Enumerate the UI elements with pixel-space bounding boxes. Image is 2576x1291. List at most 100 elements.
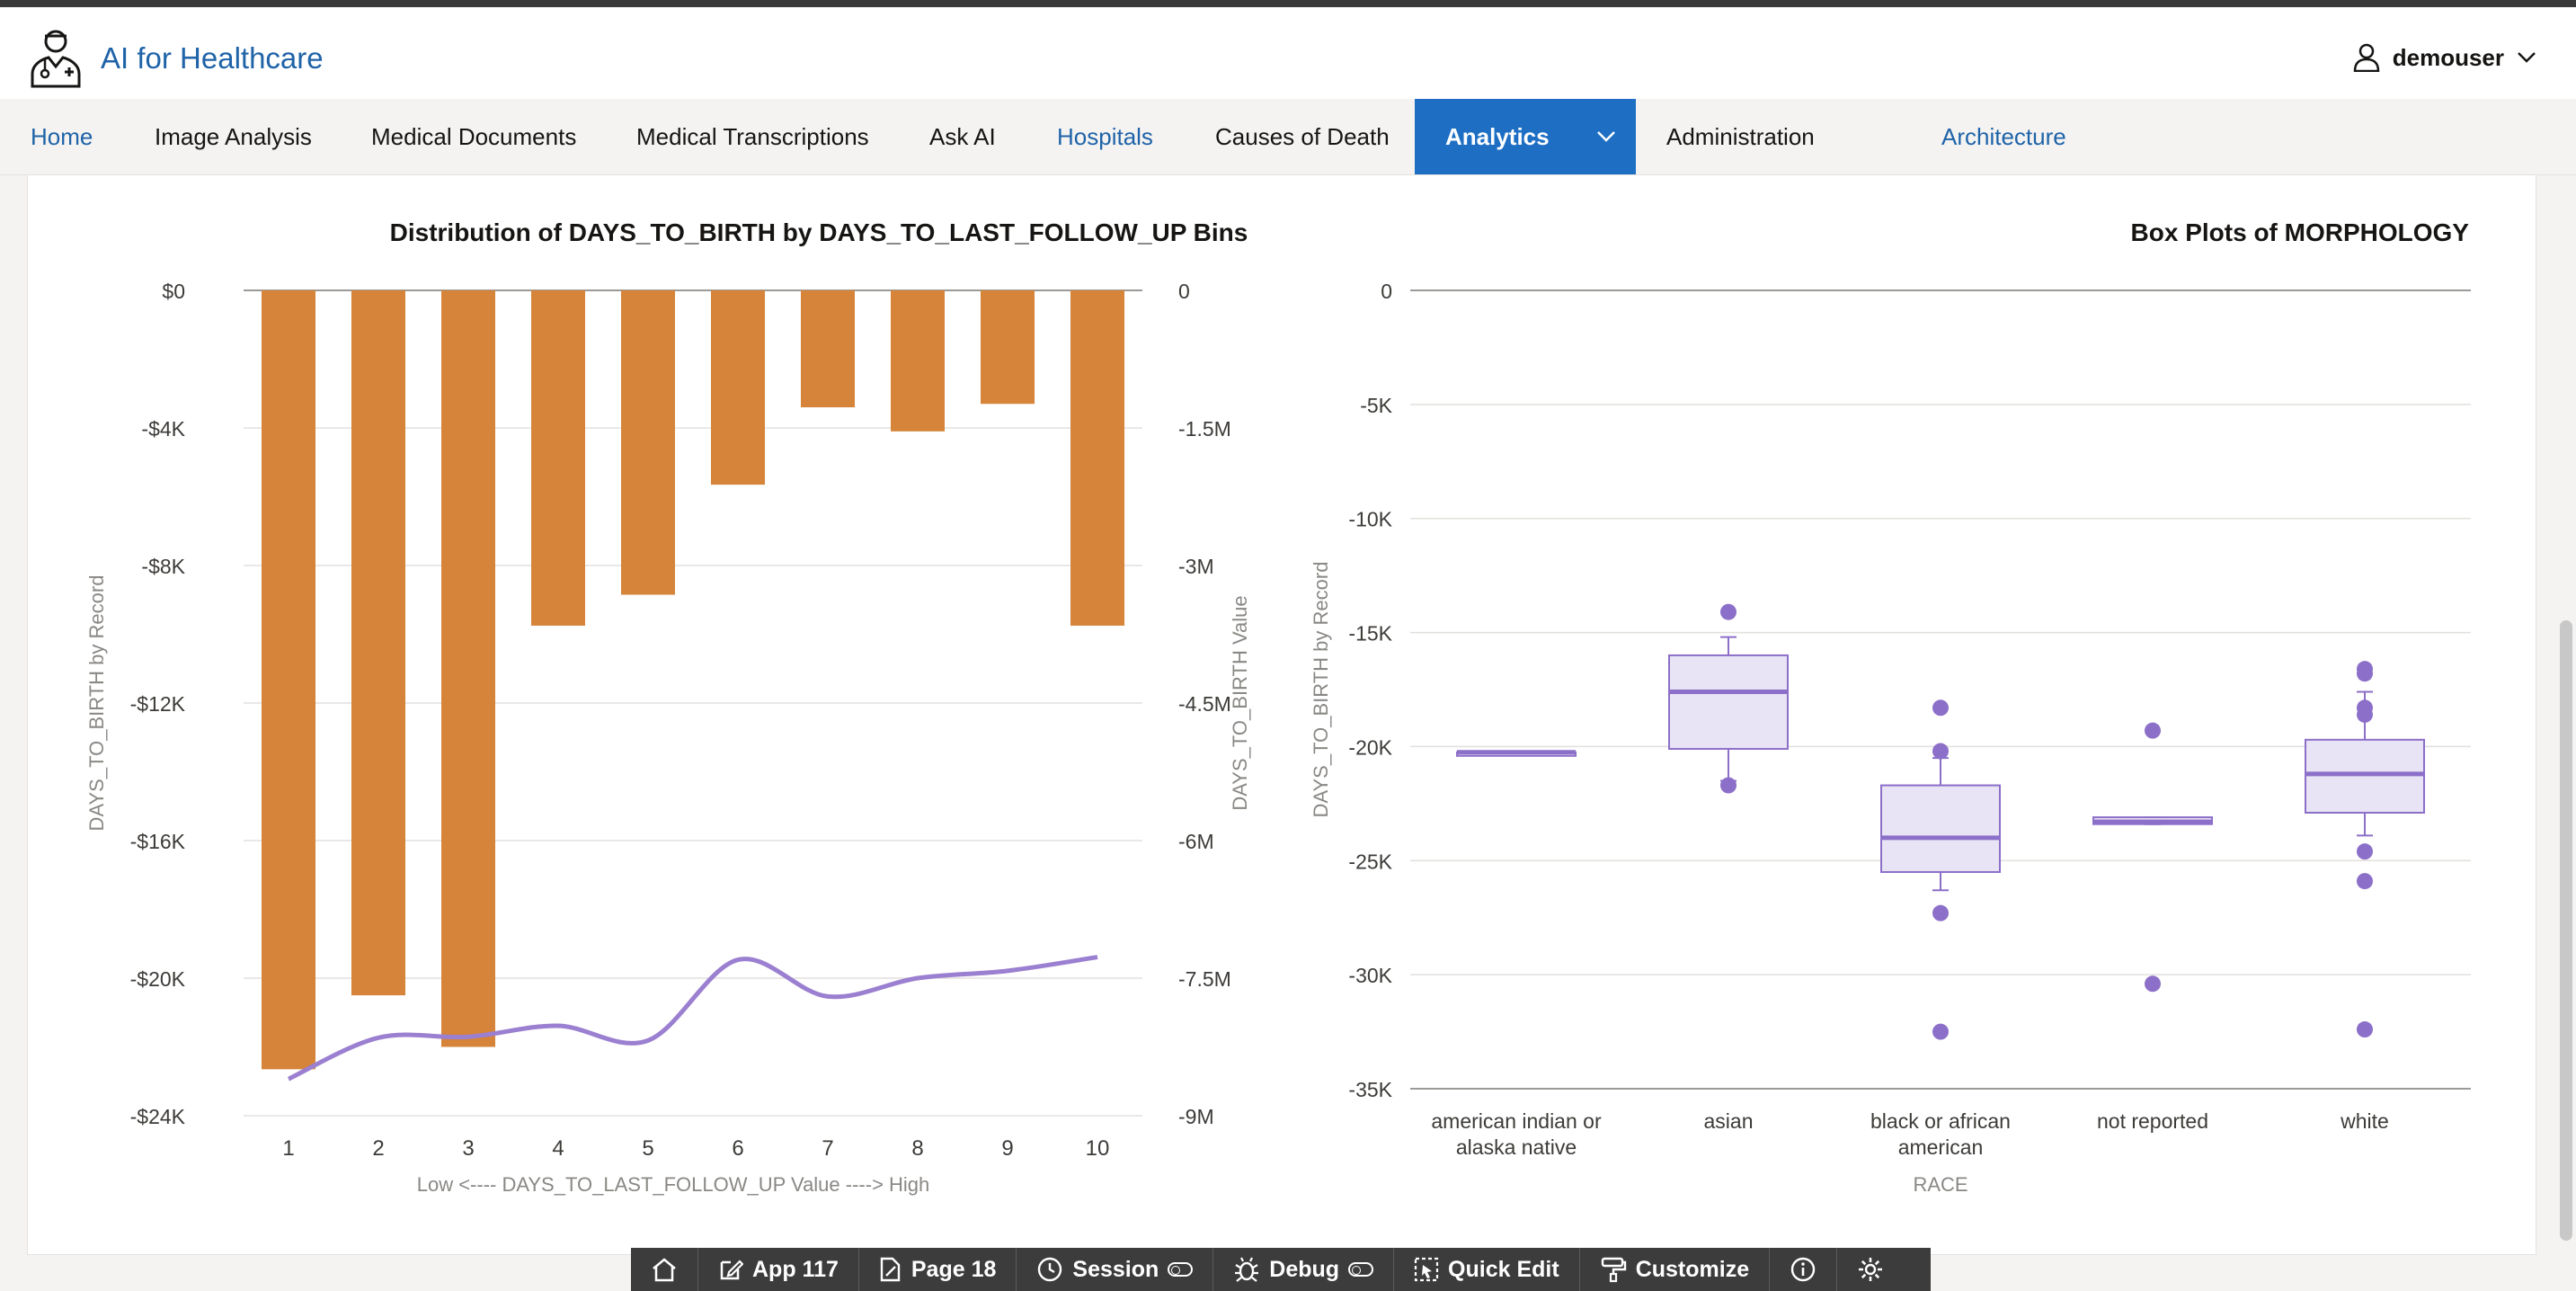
dev-settings-button[interactable]: [1837, 1248, 1904, 1291]
nav-label: Medical Transcriptions: [636, 122, 869, 150]
chart2-y-tick-label: -20K: [1348, 735, 1392, 759]
dev-info-button[interactable]: [1770, 1248, 1838, 1291]
nav-label: Ask AI: [929, 122, 996, 150]
charts-canvas: Distribution of DAYS_TO_BIRTH by DAYS_TO…: [85, 218, 2471, 1196]
chart2-y-tick-label: -25K: [1348, 850, 1392, 873]
dev-debug-button[interactable]: Debug: [1213, 1248, 1395, 1291]
chevron-down-icon: [2518, 52, 2536, 63]
chart1-bar: [531, 290, 585, 626]
window-top-border: [0, 0, 2576, 7]
chart1-y-tick-label: -$8K: [141, 555, 185, 578]
nav-label: Causes of Death: [1215, 122, 1390, 150]
chart1-title: Distribution of DAYS_TO_BIRTH by DAYS_TO…: [390, 218, 1248, 246]
info-icon: [1790, 1257, 1816, 1282]
chart2-outlier-point: [1720, 777, 1737, 794]
chart1-x-tick-label: 7: [822, 1136, 833, 1161]
chart1-bar: [621, 290, 675, 595]
chart2-y-tick-label: -35K: [1348, 1078, 1392, 1101]
doctor-icon: [31, 30, 81, 88]
chart2-outlier-point: [2357, 706, 2373, 723]
nav-image-analysis[interactable]: Image Analysis: [155, 99, 312, 174]
chart2-outlier-point: [2357, 665, 2373, 682]
dev-quick-edit-label: Quick Edit: [1448, 1256, 1559, 1282]
session-toggle-icon[interactable]: [1168, 1262, 1194, 1277]
chart1-x-tick-label: 3: [462, 1136, 474, 1161]
dev-debug-label: Debug: [1269, 1256, 1340, 1282]
dev-quick-edit-button[interactable]: Quick Edit: [1394, 1248, 1580, 1291]
chart1-y-tick-label: -$12K: [130, 692, 186, 716]
app-header: AI for Healthcare demouser: [0, 7, 2576, 99]
chart1-y-tick-label: -$20K: [130, 967, 186, 991]
dev-customize-button[interactable]: Customize: [1580, 1248, 1771, 1291]
chart2-outlier-point: [2145, 975, 2161, 993]
chart2-x-tick-label: american: [1898, 1135, 1984, 1159]
chart2-outlier-point: [2357, 843, 2373, 860]
chart1-x-tick-label: 1: [282, 1136, 294, 1161]
nav-administration[interactable]: Administration: [1666, 99, 1815, 174]
user-menu[interactable]: demouser: [2353, 43, 2536, 72]
chart2-outlier-point: [1932, 904, 1949, 922]
page-edit-icon: [880, 1257, 901, 1282]
chart1-y2-tick-label: 0: [1178, 280, 1190, 303]
chart1-x-tick-label: 10: [1086, 1136, 1110, 1161]
nav-medical-transcriptions[interactable]: Medical Transcriptions: [636, 99, 869, 174]
nav-analytics[interactable]: Analytics: [1415, 99, 1636, 174]
debug-toggle-icon[interactable]: [1348, 1262, 1374, 1277]
chart1-bar: [262, 290, 315, 1070]
chart2-y-tick-label: -30K: [1348, 964, 1392, 987]
chart2-y-axis-label: DAYS_TO_BIRTH by Record: [1310, 562, 1332, 818]
nav-label: Image Analysis: [155, 122, 312, 150]
chart2-x-tick-label: black or african: [1870, 1109, 2011, 1133]
chart1-y2-axis-label: DAYS_TO_BIRTH Value: [1229, 595, 1251, 810]
chart2-y-tick-label: -10K: [1348, 508, 1392, 531]
chart2-outlier-point: [2357, 1021, 2373, 1038]
chevron-down-icon[interactable]: [1596, 130, 1616, 143]
chart2-title: Box Plots of MORPHOLOGY: [2131, 218, 2470, 246]
cursor-select-icon: [1414, 1257, 1439, 1282]
chart1-x-tick-label: 8: [911, 1136, 923, 1161]
nav-medical-documents[interactable]: Medical Documents: [371, 99, 576, 174]
nav-label: Home: [31, 122, 93, 150]
chart1-series-line: [287, 955, 1098, 1082]
chart1-y2-tick-label: -6M: [1178, 830, 1214, 853]
chart2-outlier-point: [2145, 722, 2161, 739]
nav-home[interactable]: Home: [31, 99, 93, 174]
scrollbar[interactable]: [2560, 620, 2572, 1241]
nav-causes-of-death[interactable]: Causes of Death: [1215, 99, 1390, 174]
chart1-bar: [801, 290, 855, 408]
nav-label: Hospitals: [1057, 122, 1153, 150]
app-title[interactable]: AI for Healthcare: [101, 41, 324, 76]
chart2-outlier-point: [2357, 873, 2373, 890]
dev-home-button[interactable]: [631, 1248, 698, 1291]
nav-label: Administration: [1666, 122, 1815, 150]
dev-app-label: App 117: [752, 1256, 839, 1282]
chart1-y-tick-label: -$16K: [130, 830, 186, 853]
chart1-bar: [891, 290, 945, 432]
clock-icon: [1038, 1257, 1062, 1282]
chart1-bar: [981, 290, 1035, 405]
dev-session-label: Session: [1072, 1256, 1159, 1282]
nav-ask-ai[interactable]: Ask AI: [929, 99, 996, 174]
nav-architecture[interactable]: Architecture: [1941, 99, 2066, 174]
chart2-box: [1668, 654, 1789, 750]
chart2-y-tick-label: 0: [1381, 280, 1392, 303]
chart1-bar: [711, 290, 765, 485]
chart2-x-tick-label: american indian or: [1431, 1109, 1602, 1133]
chart1-x-axis-label: Low <---- DAYS_TO_LAST_FOLLOW_UP Value -…: [417, 1173, 930, 1196]
chart1-x-tick-label: 4: [552, 1136, 564, 1161]
chart2-outlier-point: [1932, 699, 1949, 717]
dev-page-button[interactable]: Page 18: [859, 1248, 1017, 1291]
chart1-y-tick-label: $0: [162, 280, 185, 303]
chart1-y2-tick-label: -1.5M: [1178, 417, 1231, 441]
chart1-y2-tick-label: -3M: [1178, 555, 1214, 578]
edit-icon: [720, 1260, 743, 1280]
dev-session-button[interactable]: Session: [1017, 1248, 1214, 1291]
main-navigation: Home Image Analysis Medical Documents Me…: [0, 99, 2576, 241]
chart1-bar: [1070, 290, 1124, 626]
chart2-outlier-point: [1932, 743, 1949, 760]
nav-hospitals[interactable]: Hospitals: [1057, 99, 1153, 174]
nav-label: Medical Documents: [371, 122, 577, 150]
dev-app-button[interactable]: App 117: [698, 1248, 859, 1291]
chart1-y2-tick-label: -4.5M: [1178, 692, 1231, 716]
chart1-y-tick-label: -$24K: [130, 1105, 186, 1128]
